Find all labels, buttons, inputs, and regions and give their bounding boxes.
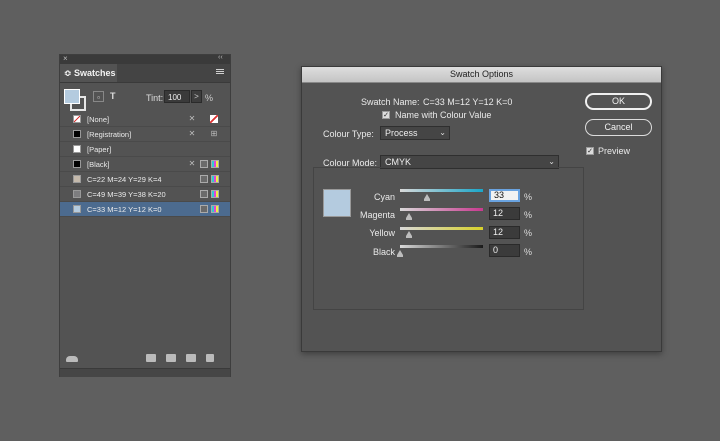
- swatch-name: [None]: [87, 115, 110, 124]
- process-color-icon: [200, 175, 208, 183]
- cyan-slider-track[interactable]: [400, 189, 483, 192]
- registration-swatch-chip: [73, 130, 81, 138]
- cannot-edit-icon: ✕: [188, 114, 196, 123]
- black-slider-track[interactable]: [400, 245, 483, 248]
- colour-mode-value: CMYK: [385, 157, 412, 167]
- none-swatch-chip: [73, 115, 81, 123]
- cloud-library-icon[interactable]: [66, 356, 78, 362]
- cyan-input[interactable]: 33: [489, 189, 520, 202]
- swatch-chip: [73, 205, 81, 213]
- swatch-name: [Black]: [87, 160, 110, 169]
- colour-type-select[interactable]: Process ⌄: [380, 126, 450, 140]
- magenta-slider-track[interactable]: [400, 208, 483, 211]
- registration-icon: ⊞: [210, 129, 218, 138]
- preview-checkbox[interactable]: ✓: [586, 147, 594, 155]
- tab-swatches[interactable]: ≎ Swatches: [60, 64, 117, 82]
- swatch-row-black[interactable]: [Black] ✕: [60, 157, 230, 172]
- cmyk-icon: [211, 205, 219, 213]
- cmyk-icon: [211, 175, 219, 183]
- cyan-unit: %: [524, 192, 533, 202]
- yellow-unit: %: [524, 228, 533, 238]
- preview-label: Preview: [598, 146, 631, 156]
- swatch-row-c33-selected[interactable]: C=33 M=12 Y=12 K=0: [60, 202, 230, 217]
- magenta-slider-thumb[interactable]: [406, 213, 412, 220]
- swatch-row-none[interactable]: [None] ✕: [60, 112, 230, 127]
- colour-type-label: Colour Type:: [323, 129, 374, 139]
- yellow-input[interactable]: 12: [489, 226, 520, 239]
- new-swatch-icon[interactable]: [186, 354, 196, 362]
- cannot-edit-icon: ✕: [188, 129, 196, 138]
- swatch-row-paper[interactable]: [Paper]: [60, 142, 230, 157]
- swatch-row-registration[interactable]: [Registration] ✕ ⊞: [60, 127, 230, 142]
- black-input[interactable]: 0: [489, 244, 520, 257]
- none-icon: [210, 115, 218, 123]
- panel-menu-icon[interactable]: [216, 69, 224, 70]
- cmyk-icon: [211, 190, 219, 198]
- tint-input[interactable]: 100: [164, 90, 190, 103]
- chevron-down-icon: ⌄: [439, 128, 446, 137]
- cmyk-icon: [211, 160, 219, 168]
- new-color-group-icon[interactable]: [166, 354, 176, 362]
- swatches-panel: × ‹‹ ≎ Swatches ▫ T Tint: 100 > % [None]…: [59, 54, 231, 377]
- collapse-icon[interactable]: ‹‹: [218, 54, 223, 61]
- panel-tab-bar: ≎ Swatches: [60, 64, 230, 83]
- swatch-options-dialog: Swatch Options Swatch Name: C=33 M=12 Y=…: [301, 66, 662, 352]
- panel-footer: [60, 349, 230, 367]
- show-color-swatches-icon[interactable]: [146, 354, 156, 362]
- magenta-label: Magenta: [359, 210, 395, 220]
- magenta-unit: %: [524, 210, 533, 220]
- paper-swatch-chip: [73, 145, 81, 153]
- name-with-value-label: Name with Colour Value: [395, 110, 492, 120]
- magenta-input[interactable]: 12: [489, 207, 520, 220]
- container-format-icon[interactable]: ▫: [93, 91, 104, 102]
- swatch-row-c49[interactable]: C=49 M=39 Y=38 K=20: [60, 187, 230, 202]
- close-icon[interactable]: ×: [63, 54, 68, 63]
- fill-icon[interactable]: [64, 89, 80, 104]
- process-color-icon: [200, 190, 208, 198]
- swatch-name: C=49 M=39 Y=38 K=20: [87, 190, 166, 199]
- swatch-name: [Registration]: [87, 130, 132, 139]
- colour-type-value: Process: [385, 128, 418, 138]
- process-color-icon: [200, 160, 208, 168]
- yellow-label: Yellow: [369, 228, 395, 238]
- swatch-name-label: Swatch Name:: [361, 97, 420, 107]
- black-swatch-chip: [73, 160, 81, 168]
- black-slider-thumb[interactable]: [397, 250, 403, 257]
- ok-button[interactable]: OK: [585, 93, 652, 110]
- text-format-icon[interactable]: T: [110, 91, 116, 101]
- swatch-chip: [73, 175, 81, 183]
- yellow-slider-thumb[interactable]: [406, 231, 412, 238]
- panel-resize-bar[interactable]: [60, 368, 230, 377]
- tint-label: Tint:: [146, 93, 164, 103]
- swatch-name: C=22 M=24 Y=29 K=4: [87, 175, 162, 184]
- swatch-name: [Paper]: [87, 145, 112, 154]
- cyan-label: Cyan: [373, 192, 395, 202]
- name-with-value-checkbox[interactable]: ✓: [382, 111, 390, 119]
- dialog-title: Swatch Options: [302, 67, 661, 83]
- swatch-name: C=33 M=12 Y=12 K=0: [87, 205, 162, 214]
- cyan-slider-thumb[interactable]: [424, 194, 430, 201]
- black-label: Black: [372, 247, 395, 257]
- tint-unit: %: [205, 93, 214, 103]
- trash-icon[interactable]: [206, 354, 214, 362]
- swatch-chip: [73, 190, 81, 198]
- swatch-name-value: C=33 M=12 Y=12 K=0: [423, 97, 513, 107]
- process-color-icon: [200, 205, 208, 213]
- cancel-button[interactable]: Cancel: [585, 119, 652, 136]
- cannot-edit-icon: ✕: [188, 159, 196, 168]
- yellow-slider-track[interactable]: [400, 227, 483, 230]
- tint-dropdown-button[interactable]: >: [191, 90, 202, 103]
- swatch-row-c22[interactable]: C=22 M=24 Y=29 K=4: [60, 172, 230, 187]
- black-unit: %: [524, 247, 533, 257]
- panel-header-bar: × ‹‹: [60, 54, 230, 64]
